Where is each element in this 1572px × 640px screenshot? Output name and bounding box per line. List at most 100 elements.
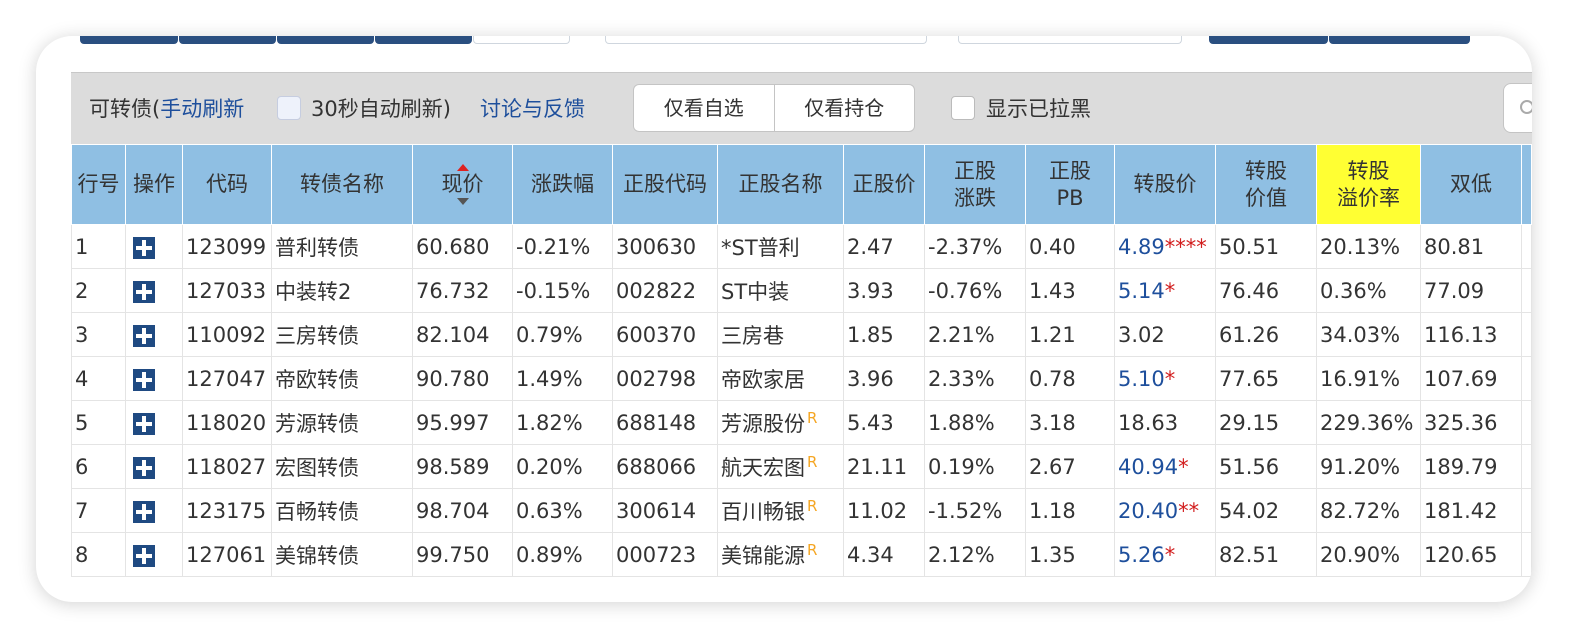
strip-input-2[interactable] bbox=[958, 36, 1182, 44]
strip-tab-4[interactable] bbox=[375, 36, 472, 44]
auto-refresh-checkbox[interactable] bbox=[277, 96, 301, 120]
stock-price: 4.34 bbox=[843, 532, 925, 577]
bond-code-link[interactable]: 127047 bbox=[182, 356, 272, 401]
double-low: 181.42 bbox=[1420, 488, 1522, 533]
col-price-label: 现价 bbox=[441, 172, 484, 196]
stock-name: 帝欧家居 bbox=[717, 356, 844, 401]
stock-change: 1.88% bbox=[924, 400, 1026, 445]
col-conv-premium[interactable]: 转股 溢价率 bbox=[1316, 144, 1421, 225]
double-low: 189.79 bbox=[1420, 444, 1522, 489]
strip-button-2[interactable] bbox=[1329, 36, 1470, 44]
stock-code-link[interactable]: 000723 bbox=[612, 532, 718, 577]
col-stock-change[interactable]: 正股 涨跌 bbox=[924, 144, 1026, 225]
add-plus-icon[interactable] bbox=[133, 368, 155, 391]
row-action bbox=[125, 268, 183, 313]
col-double-low[interactable]: 双低 bbox=[1420, 144, 1522, 225]
row-no: 1 bbox=[71, 224, 126, 269]
col-conv-premium-l2: 溢价率 bbox=[1337, 185, 1400, 210]
stock-code-link[interactable]: 600370 bbox=[612, 312, 718, 357]
strip-tab-2[interactable] bbox=[179, 36, 276, 44]
col-conv-value[interactable]: 转股 价值 bbox=[1215, 144, 1317, 225]
add-plus-icon[interactable] bbox=[133, 236, 155, 259]
add-plus-icon[interactable] bbox=[133, 324, 155, 347]
feedback-link[interactable]: 讨论与反馈 bbox=[480, 95, 585, 123]
col-bond-name[interactable]: 转债名称 bbox=[271, 144, 413, 225]
bond-code-link[interactable]: 127061 bbox=[182, 532, 272, 577]
stock-name: 美锦能源 R bbox=[717, 532, 844, 577]
table-row: 5 118020 芳源转债 95.997 1.82% 688148 芳源股份 R … bbox=[71, 400, 1532, 445]
conv-premium: 91.20% bbox=[1316, 444, 1421, 489]
bond-code-link[interactable]: 110092 bbox=[182, 312, 272, 357]
strip-input-1[interactable] bbox=[605, 36, 927, 44]
col-code[interactable]: 代码 bbox=[182, 144, 272, 225]
stock-name: 三房巷 bbox=[717, 312, 844, 357]
strip-tab-5[interactable] bbox=[473, 36, 570, 44]
bond-code-link[interactable]: 123099 bbox=[182, 224, 272, 269]
col-stock-code[interactable]: 正股代码 bbox=[612, 144, 718, 225]
stock-name: *ST普利 bbox=[717, 224, 844, 269]
double-low: 107.69 bbox=[1420, 356, 1522, 401]
bond-change: 0.20% bbox=[512, 444, 613, 489]
stock-code-link[interactable]: 002822 bbox=[612, 268, 718, 313]
stock-price: 5.43 bbox=[843, 400, 925, 445]
search-input[interactable] bbox=[1503, 83, 1532, 133]
conv-price-value: 20.40 bbox=[1118, 498, 1179, 523]
bond-code-link[interactable]: 123175 bbox=[182, 488, 272, 533]
bond-change: 1.82% bbox=[512, 400, 613, 445]
add-plus-icon[interactable] bbox=[133, 412, 155, 435]
double-low: 80.81 bbox=[1420, 224, 1522, 269]
holdings-only-button[interactable]: 仅看持仓 bbox=[773, 85, 915, 131]
stock-code-link[interactable]: 688066 bbox=[612, 444, 718, 489]
conv-price-value: 4.89 bbox=[1118, 234, 1165, 259]
bond-change: -0.15% bbox=[512, 268, 613, 313]
bond-code-link[interactable]: 118020 bbox=[182, 400, 272, 445]
stock-name: ST中装 bbox=[717, 268, 844, 313]
bond-name: 芳源转债 bbox=[271, 400, 413, 445]
add-plus-icon[interactable] bbox=[133, 544, 155, 567]
r-badge: R bbox=[807, 408, 818, 427]
conv-price-value: 3.02 bbox=[1118, 322, 1165, 347]
stock-code-link[interactable]: 300630 bbox=[612, 224, 718, 269]
col-conv-value-l2: 价值 bbox=[1245, 185, 1287, 210]
add-plus-icon[interactable] bbox=[133, 500, 155, 523]
bond-code-link[interactable]: 118027 bbox=[182, 444, 272, 489]
col-row-no[interactable]: 行号 bbox=[71, 144, 126, 225]
col-stock-pb[interactable]: 正股 PB bbox=[1025, 144, 1115, 225]
strip-tab-1[interactable] bbox=[80, 36, 178, 44]
stock-pb: 1.43 bbox=[1025, 268, 1115, 313]
stock-code-link[interactable]: 688148 bbox=[612, 400, 718, 445]
conv-price: 5.14* bbox=[1114, 268, 1216, 313]
col-conv-price[interactable]: 转股价 bbox=[1114, 144, 1216, 225]
col-stock-price[interactable]: 正股价 bbox=[843, 144, 925, 225]
bond-code-link[interactable]: 127033 bbox=[182, 268, 272, 313]
add-plus-icon[interactable] bbox=[133, 456, 155, 479]
star-marks: ** bbox=[1178, 498, 1200, 523]
stock-code-link[interactable]: 300614 bbox=[612, 488, 718, 533]
double-low: 116.13 bbox=[1420, 312, 1522, 357]
watchlist-only-button[interactable]: 仅看自选 bbox=[634, 85, 774, 131]
stock-pb: 3.18 bbox=[1025, 400, 1115, 445]
conv-price: 40.94* bbox=[1114, 444, 1216, 489]
strip-button-1[interactable] bbox=[1209, 36, 1328, 44]
col-more bbox=[1521, 144, 1532, 225]
more-cell bbox=[1521, 444, 1532, 489]
manual-refresh-link[interactable]: 手动刷新 bbox=[160, 97, 244, 121]
show-blacklist-checkbox[interactable] bbox=[951, 96, 975, 120]
star-marks: * bbox=[1164, 542, 1176, 567]
row-action bbox=[125, 488, 183, 533]
stock-code-link[interactable]: 002798 bbox=[612, 356, 718, 401]
top-tab-strip bbox=[36, 36, 1532, 46]
bond-name: 百畅转债 bbox=[271, 488, 413, 533]
col-stock-name[interactable]: 正股名称 bbox=[717, 144, 844, 225]
row-action bbox=[125, 312, 183, 357]
conv-price: 3.02 bbox=[1114, 312, 1216, 357]
conv-price: 20.40** bbox=[1114, 488, 1216, 533]
col-stock-pb-l2: PB bbox=[1056, 185, 1084, 210]
col-change[interactable]: 涨跌幅 bbox=[512, 144, 613, 225]
col-price[interactable]: 现价 bbox=[412, 144, 513, 225]
toolbar-title-prefix: 可转债( bbox=[89, 97, 161, 121]
strip-tab-3[interactable] bbox=[277, 36, 374, 44]
stock-price: 2.47 bbox=[843, 224, 925, 269]
add-plus-icon[interactable] bbox=[133, 280, 155, 303]
more-cell bbox=[1521, 400, 1532, 445]
